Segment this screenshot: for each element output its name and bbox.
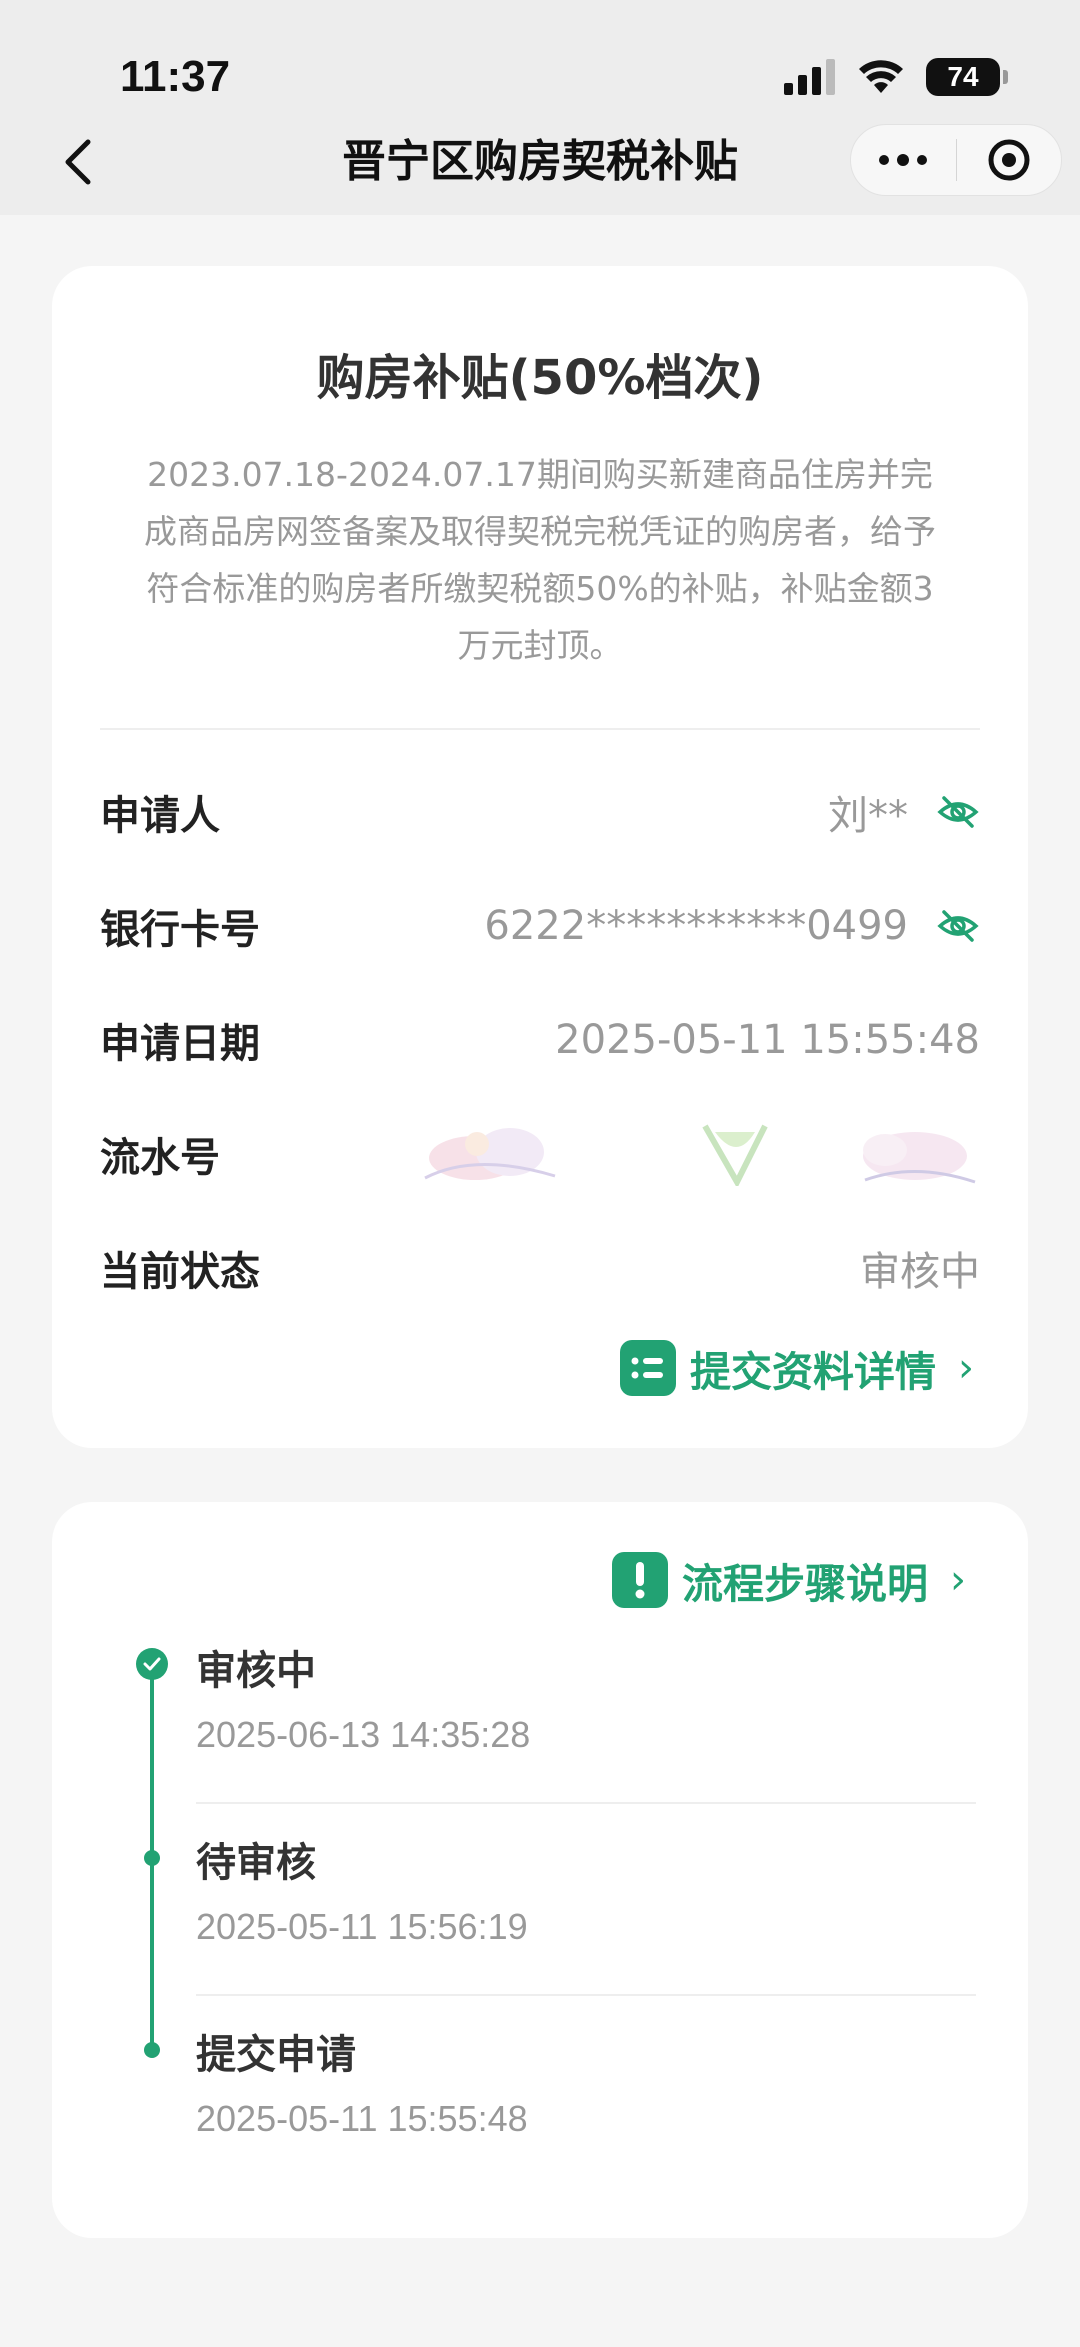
timeline-item: 待审核 2025-05-11 15:56:19	[196, 1830, 976, 1948]
current-status-label: 当前状态	[100, 1249, 260, 1295]
timeline-item-time: 2025-06-13 14:35:28	[196, 1714, 531, 1755]
wifi-icon	[859, 60, 903, 93]
process-steps-link[interactable]: 流程步骤说明 ›	[612, 1550, 966, 1610]
close-circle-icon	[988, 139, 1030, 181]
bank-card-value: 6222***********0499	[484, 903, 908, 949]
application-info-card: 购房补贴(50%档次) 2023.07.18-2024.07.17期间购买新建商…	[52, 266, 1028, 1448]
applicant-label: 申请人	[100, 793, 220, 839]
timeline-dot	[144, 1850, 160, 1866]
close-button[interactable]	[957, 125, 1062, 195]
timeline-item: 审核中 2025-06-13 14:35:28	[196, 1638, 976, 1756]
subsidy-description: 2023.07.18-2024.07.17期间购买新建商品住房并完成商品房网签备…	[144, 455, 936, 665]
exclamation-icon	[612, 1552, 668, 1608]
submitted-details-link[interactable]: 提交资料详情 ›	[620, 1338, 974, 1398]
timeline-item-time: 2025-05-11 15:55:48	[196, 2098, 528, 2139]
submitted-details-label: 提交资料详情	[690, 1348, 936, 1396]
bank-card-label: 银行卡号	[100, 907, 260, 953]
mini-program-capsule	[850, 124, 1062, 196]
bank-card-row: 银行卡号 6222***********0499	[100, 896, 980, 956]
serial-number-label: 流水号	[100, 1135, 220, 1181]
status-icons: 74	[784, 58, 1008, 96]
eye-hidden-icon[interactable]	[936, 904, 980, 948]
navigation-bar: 晋宁区购房契税补贴	[0, 110, 1080, 215]
timeline-item-title: 提交申请	[196, 2032, 356, 2078]
cellular-signal-icon	[784, 59, 835, 95]
applicant-value: 刘**	[828, 793, 908, 839]
chevron-right-icon: ›	[958, 1345, 974, 1391]
more-button[interactable]	[851, 125, 956, 195]
current-status-row: 当前状态 审核中	[100, 1238, 980, 1298]
apply-date-value: 2025-05-11 15:55:48	[555, 1017, 980, 1063]
current-status-value: 审核中	[860, 1249, 980, 1295]
divider	[100, 728, 980, 730]
apply-date-row: 申请日期 2025-05-11 15:55:48	[100, 1010, 980, 1070]
timeline-item: 提交申请 2025-05-11 15:55:48	[196, 2022, 976, 2140]
progress-card: 流程步骤说明 › 审核中 2025-06-13 14:35:28 待审核 202…	[52, 1502, 1028, 2238]
serial-number-row: 流水号	[100, 1124, 980, 1186]
timeline-item-title: 待审核	[196, 1840, 316, 1886]
subsidy-title: 购房补贴(50%档次)	[316, 350, 764, 406]
process-steps-label: 流程步骤说明	[682, 1560, 928, 1608]
more-dots-icon	[879, 154, 928, 166]
applicant-row: 申请人 刘**	[100, 782, 980, 842]
bank-card-value-group: 6222***********0499	[484, 903, 980, 949]
divider	[196, 1802, 976, 1804]
eye-hidden-icon[interactable]	[936, 790, 980, 834]
timeline-check-icon	[136, 1648, 168, 1680]
applicant-value-group: 刘**	[828, 783, 980, 841]
divider	[196, 1994, 976, 1996]
timeline-item-title: 审核中	[196, 1648, 316, 1694]
serial-number-image	[424, 1124, 976, 1186]
timeline-dot	[144, 2042, 160, 2058]
timeline-item-time: 2025-05-11 15:56:19	[196, 1906, 528, 1947]
list-icon	[620, 1340, 676, 1396]
apply-date-label: 申请日期	[100, 1021, 260, 1067]
chevron-right-icon: ›	[950, 1557, 966, 1603]
status-time: 11:37	[120, 52, 231, 101]
battery-indicator: 74	[926, 58, 1008, 96]
